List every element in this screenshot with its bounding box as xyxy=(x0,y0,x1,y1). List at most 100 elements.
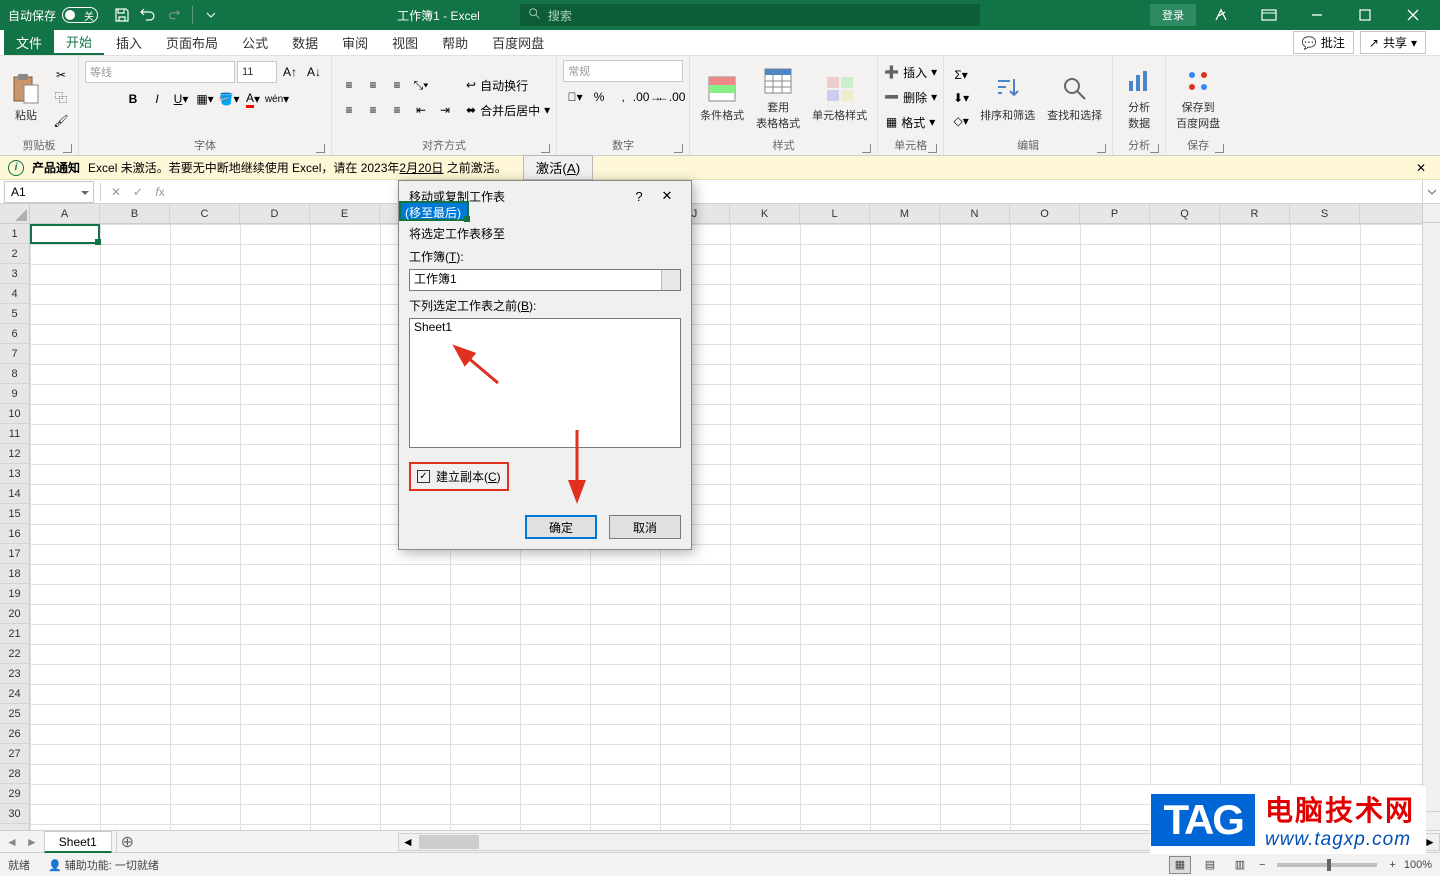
col-header[interactable]: L xyxy=(800,204,870,223)
cells-area[interactable]: A B C D E F G H I J K L M N O P Q R S xyxy=(30,204,1422,830)
col-header[interactable]: E xyxy=(310,204,380,223)
fill-icon[interactable]: ⬇▾ xyxy=(950,87,972,109)
close-notify-icon[interactable]: ✕ xyxy=(1416,161,1432,175)
sort-filter-button[interactable]: 排序和筛选 xyxy=(976,71,1039,125)
tab-data[interactable]: 数据 xyxy=(280,30,330,55)
percent-icon[interactable]: % xyxy=(588,86,610,108)
align-right-icon[interactable]: ≡ xyxy=(386,99,408,121)
indent-increase-icon[interactable]: ⇥ xyxy=(434,99,456,121)
row-header[interactable]: 15 xyxy=(0,504,29,524)
search-box[interactable]: 搜索 xyxy=(520,4,980,26)
paste-button[interactable]: 粘贴 xyxy=(6,71,46,125)
redo-icon[interactable] xyxy=(166,7,182,23)
tab-file[interactable]: 文件 xyxy=(4,30,54,55)
indent-decrease-icon[interactable]: ⇤ xyxy=(410,99,432,121)
login-button[interactable]: 登录 xyxy=(1150,4,1196,26)
row-header[interactable]: 30 xyxy=(0,804,29,824)
col-header[interactable]: C xyxy=(170,204,240,223)
sheet-next-icon[interactable]: ► xyxy=(26,835,38,849)
checkbox-icon[interactable]: ✓ xyxy=(417,470,430,483)
delete-cells-button[interactable]: ➖删除▾ xyxy=(884,85,937,109)
increase-decimal-icon[interactable]: .00→ xyxy=(636,86,658,108)
qat-dropdown-icon[interactable] xyxy=(203,7,219,23)
enter-formula-icon[interactable]: ✓ xyxy=(127,185,149,199)
align-bottom-icon[interactable]: ≡ xyxy=(386,74,408,96)
clear-icon[interactable]: ◇▾ xyxy=(950,110,972,132)
row-header[interactable]: 12 xyxy=(0,444,29,464)
tab-formulas[interactable]: 公式 xyxy=(230,30,280,55)
col-header[interactable]: N xyxy=(940,204,1010,223)
cut-button[interactable]: ✂ xyxy=(50,64,72,86)
row-header[interactable]: 26 xyxy=(0,724,29,744)
row-header[interactable]: 20 xyxy=(0,604,29,624)
currency-icon[interactable]: 􀀏▾ xyxy=(564,86,586,108)
row-header[interactable]: 28 xyxy=(0,764,29,784)
col-header[interactable]: O xyxy=(1010,204,1080,223)
row-header[interactable]: 10 xyxy=(0,404,29,424)
row-header[interactable]: 27 xyxy=(0,744,29,764)
create-copy-checkbox-wrap[interactable]: ✓ 建立副本(C) xyxy=(409,462,509,491)
minimize-icon[interactable] xyxy=(1294,0,1340,30)
select-all-corner[interactable] xyxy=(0,204,29,224)
row-header[interactable]: 4 xyxy=(0,284,29,304)
cell-styles-button[interactable]: 单元格样式 xyxy=(808,71,871,125)
coming-soon-icon[interactable] xyxy=(1198,0,1244,30)
fx-icon[interactable]: fx xyxy=(149,185,171,199)
row-header[interactable]: 7 xyxy=(0,344,29,364)
workbook-select[interactable]: 工作簿1 xyxy=(409,269,681,291)
comments-button[interactable]: 💬批注 xyxy=(1293,31,1354,54)
row-header[interactable]: 5 xyxy=(0,304,29,324)
sheet-listbox[interactable]: Sheet1 (移至最后) xyxy=(409,318,681,448)
expand-formula-icon[interactable] xyxy=(1422,180,1440,203)
cancel-button[interactable]: 取消 xyxy=(609,515,681,539)
scroll-left-icon[interactable]: ◄ xyxy=(399,835,417,849)
find-select-button[interactable]: 查找和选择 xyxy=(1043,71,1106,125)
ok-button[interactable]: 确定 xyxy=(525,515,597,539)
border-button[interactable]: ▦▾ xyxy=(194,88,216,110)
row-header[interactable]: 17 xyxy=(0,544,29,564)
increase-font-icon[interactable]: A↑ xyxy=(279,61,301,83)
col-header[interactable]: P xyxy=(1080,204,1150,223)
list-item[interactable]: Sheet1 xyxy=(410,319,680,335)
row-header[interactable]: 23 xyxy=(0,664,29,684)
col-header[interactable]: S xyxy=(1290,204,1360,223)
row-header[interactable]: 8 xyxy=(0,364,29,384)
autosave-toggle[interactable]: 自动保存 关 xyxy=(0,7,106,24)
undo-icon[interactable] xyxy=(140,7,156,23)
zoom-out-icon[interactable]: − xyxy=(1259,859,1265,871)
row-header[interactable]: 25 xyxy=(0,704,29,724)
sheet-prev-icon[interactable]: ◄ xyxy=(6,835,18,849)
sheet-tab-1[interactable]: Sheet1 xyxy=(44,831,112,853)
font-size-select[interactable]: 11 xyxy=(237,61,277,83)
align-center-icon[interactable]: ≡ xyxy=(362,99,384,121)
share-button[interactable]: ↗共享▾ xyxy=(1360,31,1426,54)
zoom-in-icon[interactable]: + xyxy=(1389,859,1395,871)
orientation-icon[interactable]: ⤡▾ xyxy=(410,74,432,96)
font-name-select[interactable]: 等线 xyxy=(85,61,235,83)
normal-view-icon[interactable]: ▦ xyxy=(1169,856,1191,874)
name-box[interactable]: A1 xyxy=(4,181,94,203)
col-header[interactable]: R xyxy=(1220,204,1290,223)
zoom-level[interactable]: 100% xyxy=(1404,859,1432,871)
row-header[interactable]: 22 xyxy=(0,644,29,664)
align-middle-icon[interactable]: ≡ xyxy=(362,74,384,96)
table-format-button[interactable]: 套用 表格格式 xyxy=(752,63,804,133)
scroll-thumb[interactable] xyxy=(419,835,479,849)
format-cells-button[interactable]: ▦格式▾ xyxy=(886,110,935,134)
col-header[interactable]: A xyxy=(30,204,100,223)
row-header[interactable]: 6 xyxy=(0,324,29,344)
format-painter-button[interactable]: 🖌 xyxy=(50,110,72,132)
fill-color-button[interactable]: 🪣▾ xyxy=(218,88,240,110)
decrease-font-icon[interactable]: A↓ xyxy=(303,61,325,83)
decrease-decimal-icon[interactable]: ←.00 xyxy=(660,86,682,108)
col-header[interactable]: M xyxy=(870,204,940,223)
zoom-slider[interactable] xyxy=(1277,863,1377,867)
col-header[interactable]: K xyxy=(730,204,800,223)
conditional-format-button[interactable]: 条件格式 xyxy=(696,71,748,125)
save-icon[interactable] xyxy=(114,7,130,23)
row-header[interactable]: 18 xyxy=(0,564,29,584)
row-header[interactable]: 19 xyxy=(0,584,29,604)
row-header[interactable]: 3 xyxy=(0,264,29,284)
tab-home[interactable]: 开始 xyxy=(54,30,104,55)
copy-button[interactable]: ⿻ xyxy=(50,87,72,109)
